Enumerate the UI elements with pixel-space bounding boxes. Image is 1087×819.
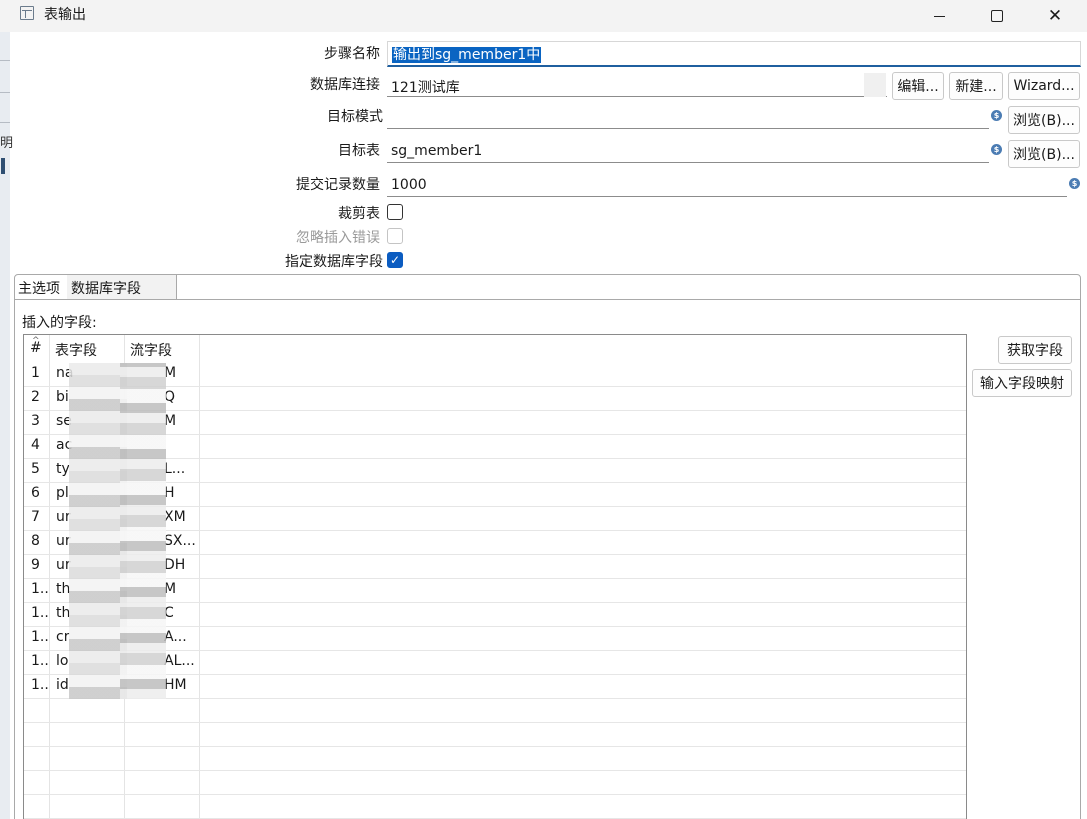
stream-field-cell[interactable]: A... <box>164 629 199 645</box>
target-schema-label: 目标模式 <box>327 109 383 125</box>
table-row[interactable] <box>24 795 966 819</box>
row-index-cell[interactable]: 1.. <box>31 677 49 693</box>
browse-table-button[interactable]: 浏览(B)... <box>1008 140 1080 168</box>
db-connection-label: 数据库连接 <box>310 77 380 93</box>
stream-field-cell[interactable]: XM <box>164 509 199 525</box>
background-window-strip: 明 <box>0 32 14 819</box>
row-index-cell[interactable]: 9 <box>31 557 49 573</box>
fields-table[interactable]: ^ # 表字段 流字段 1 na M 2 bi Q 3 se M 4 ac 5 ty L... 6 pl H 7 u… <box>23 334 967 819</box>
stream-field-cell[interactable]: AL... <box>164 653 199 669</box>
edit-connection-button[interactable]: 编辑... <box>892 72 944 100</box>
tab-main-options[interactable]: 主选项 <box>14 275 66 299</box>
db-connection-select[interactable]: 121测试库 <box>387 73 887 97</box>
stream-field-cell[interactable]: SX... <box>164 533 199 549</box>
strip-divider <box>0 92 10 93</box>
strip-selection-mark <box>1 158 5 174</box>
db-connection-dropdown[interactable] <box>864 73 886 97</box>
minimize-button[interactable] <box>910 0 968 32</box>
row-index-cell[interactable]: 6 <box>31 485 49 501</box>
truncate-table-label: 裁剪表 <box>338 206 380 222</box>
target-table-input[interactable]: sg_member1 <box>387 139 989 163</box>
table-row[interactable] <box>24 771 966 795</box>
input-field-mapping-button[interactable]: 输入字段映射 <box>972 369 1072 397</box>
column-header-table-field[interactable]: 表字段 <box>49 335 124 363</box>
tab-database-fields[interactable]: 数据库字段 <box>67 275 177 299</box>
stream-field-cell[interactable]: M <box>164 365 199 381</box>
insert-fields-label: 插入的字段: <box>22 315 97 331</box>
step-name-value: 输出到sg_member1中 <box>392 47 542 63</box>
specify-fields-checkbox[interactable]: ✓ <box>387 252 403 268</box>
row-index-cell[interactable]: 5 <box>31 461 49 477</box>
variable-icon[interactable]: $ <box>991 144 1002 155</box>
row-index-cell[interactable]: 1.. <box>31 581 49 597</box>
close-icon: ✕ <box>1047 6 1063 26</box>
truncate-table-checkbox[interactable] <box>387 204 403 220</box>
strip-divider <box>0 122 10 123</box>
commit-size-input[interactable]: 1000 <box>387 173 1067 197</box>
row-index-cell[interactable]: 2 <box>31 389 49 405</box>
pixelated-mask <box>69 363 127 699</box>
tab-divider <box>14 299 1081 300</box>
strip-text: 明 <box>0 136 14 151</box>
specify-fields-label: 指定数据库字段 <box>285 254 383 270</box>
ignore-errors-checkbox[interactable] <box>387 228 403 244</box>
pixelated-mask <box>120 363 166 699</box>
variable-icon[interactable]: $ <box>1069 178 1080 189</box>
row-index-cell[interactable]: 1.. <box>31 629 49 645</box>
row-index-cell[interactable]: 4 <box>31 437 49 453</box>
stream-field-cell[interactable]: L... <box>164 461 199 477</box>
column-header-index[interactable]: # <box>24 335 50 363</box>
column-header-stream-field[interactable]: 流字段 <box>124 335 199 363</box>
commit-size-label: 提交记录数量 <box>296 177 380 193</box>
title-bar: 表输出 ✕ <box>0 0 1087 32</box>
row-index-cell[interactable]: 1.. <box>31 605 49 621</box>
stream-field-cell[interactable]: HM <box>164 677 199 693</box>
stream-field-cell[interactable]: H <box>164 485 199 501</box>
minimize-icon <box>933 15 945 17</box>
target-table-label: 目标表 <box>338 143 380 159</box>
get-fields-button[interactable]: 获取字段 <box>998 336 1072 364</box>
row-index-cell[interactable]: 1.. <box>31 653 49 669</box>
stream-field-cell[interactable]: M <box>164 413 199 429</box>
step-name-input[interactable]: 输出到sg_member1中 <box>387 41 1081 67</box>
window-title: 表输出 <box>44 7 86 23</box>
table-icon <box>20 6 34 20</box>
browse-schema-button[interactable]: 浏览(B)... <box>1008 106 1080 134</box>
row-index-cell[interactable]: 8 <box>31 533 49 549</box>
stream-field-cell[interactable]: C <box>164 605 199 621</box>
variable-icon[interactable]: $ <box>991 110 1002 121</box>
table-row[interactable] <box>24 699 966 723</box>
wizard-button[interactable]: Wizard... <box>1008 72 1080 100</box>
table-row[interactable] <box>24 747 966 771</box>
stream-field-cell[interactable]: Q <box>164 389 199 405</box>
target-schema-input[interactable] <box>387 105 989 129</box>
ignore-errors-label: 忽略插入错误 <box>296 230 380 246</box>
step-name-label: 步骤名称 <box>324 46 380 62</box>
new-connection-button[interactable]: 新建... <box>949 72 1003 100</box>
row-index-cell[interactable]: 7 <box>31 509 49 525</box>
close-button[interactable]: ✕ <box>1026 0 1084 32</box>
stream-field-cell[interactable]: DH <box>164 557 199 573</box>
maximize-icon <box>991 10 1003 22</box>
row-index-cell[interactable]: 1 <box>31 365 49 381</box>
table-row[interactable] <box>24 723 966 747</box>
row-index-cell[interactable]: 3 <box>31 413 49 429</box>
maximize-button[interactable] <box>968 0 1026 32</box>
strip-divider <box>0 60 10 61</box>
stream-field-cell[interactable]: M <box>164 581 199 597</box>
